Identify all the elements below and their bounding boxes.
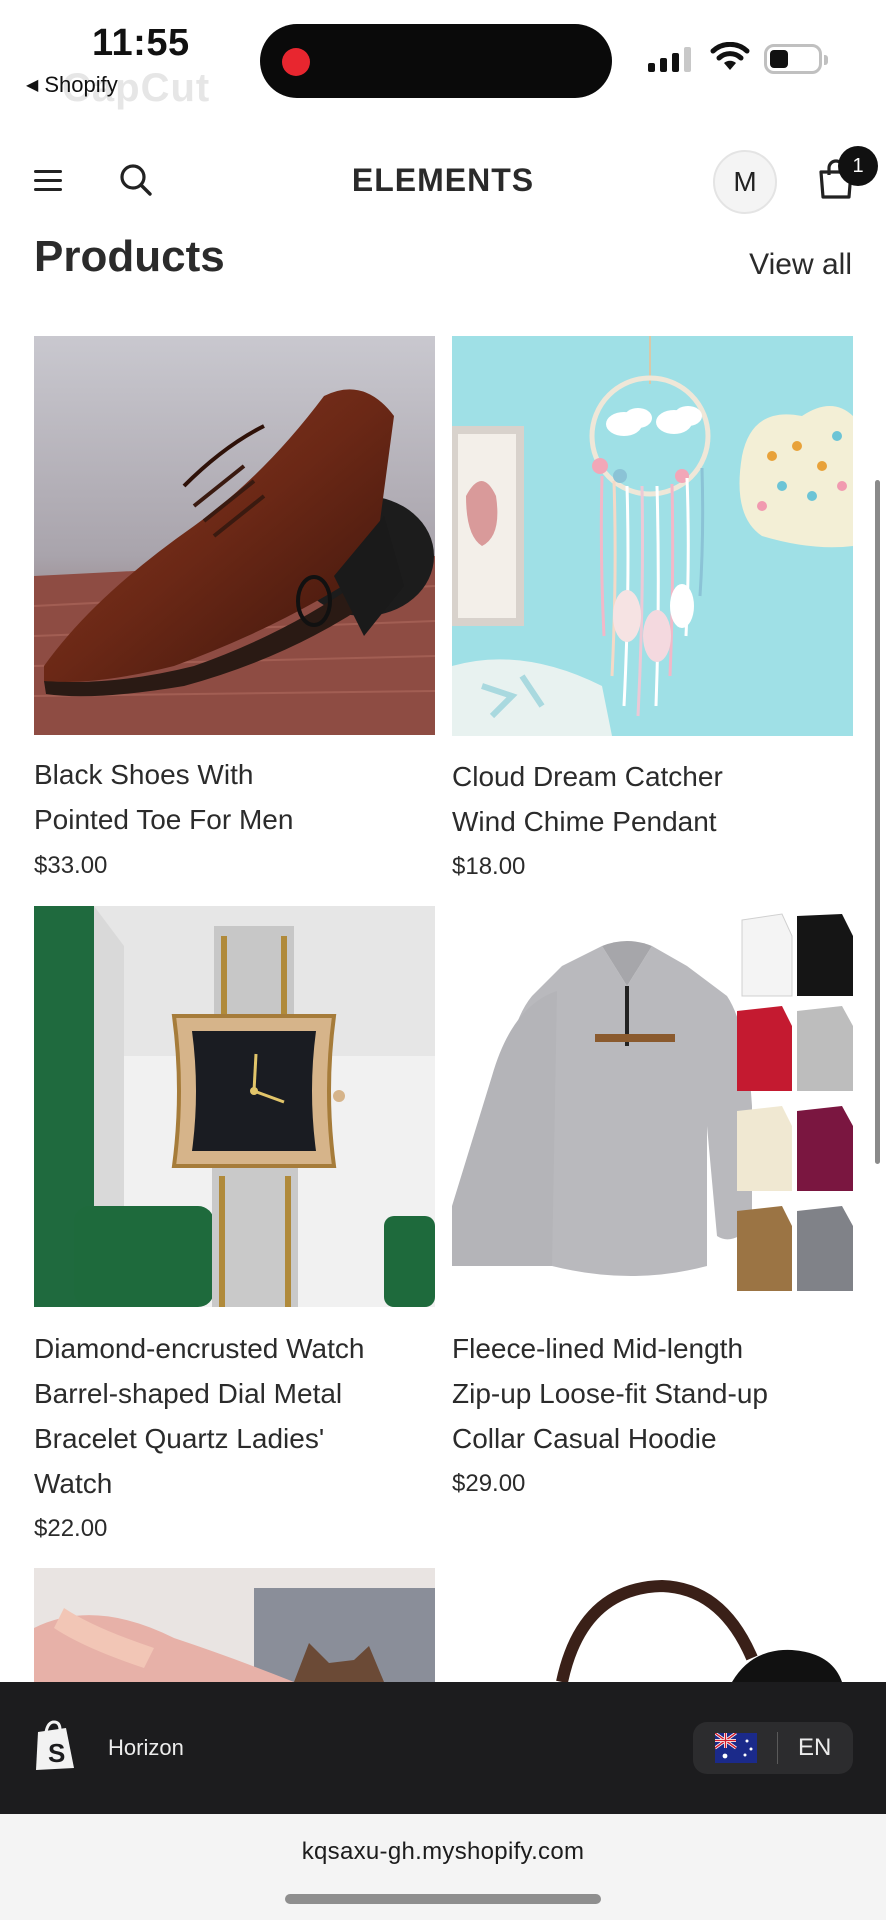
product-title-shoes[interactable]: Black Shoes With Pointed Toe For Men — [34, 752, 354, 842]
back-app-label: Shopify — [44, 72, 118, 97]
home-indicator — [285, 1894, 601, 1904]
product-image-dream-catcher[interactable] — [452, 336, 853, 736]
locale-selector[interactable]: EN — [693, 1722, 853, 1774]
product-price-dream-catcher: $18.00 — [452, 853, 526, 880]
shopify-bag-icon: S — [36, 1720, 74, 1770]
battery-icon — [764, 44, 828, 74]
australia-flag-icon — [715, 1733, 757, 1763]
locale-divider — [777, 1732, 778, 1764]
product-image-watch[interactable] — [34, 906, 435, 1307]
product-image-hoodie[interactable] — [452, 906, 853, 1307]
product-title-dream-catcher[interactable]: Cloud Dream Catcher Wind Chime Pendant — [452, 754, 772, 844]
back-to-app-link[interactable]: ◀ Shopify — [26, 72, 118, 98]
product-price-hoodie: $29.00 — [452, 1470, 526, 1497]
product-image-partial-cat[interactable] — [34, 1568, 435, 1682]
recording-indicator-icon — [282, 48, 310, 76]
product-price-watch: $22.00 — [34, 1515, 108, 1542]
wifi-icon — [710, 42, 750, 70]
back-triangle-icon: ◀ — [26, 77, 39, 94]
url-text[interactable]: kqsaxu-gh.myshopify.com — [0, 1838, 886, 1866]
cellular-signal-icon — [648, 46, 691, 72]
product-image-partial-bag[interactable] — [452, 1568, 853, 1682]
browser-url-bar[interactable] — [0, 1814, 886, 1920]
dynamic-island — [260, 24, 612, 98]
cart-count-badge: 1 — [838, 146, 878, 186]
view-all-link[interactable]: View all — [749, 248, 852, 282]
theme-name: Horizon — [108, 1735, 184, 1760]
product-title-watch[interactable]: Diamond-encrusted Watch Barrel-shaped Di… — [34, 1326, 374, 1506]
svg-text:S: S — [48, 1738, 65, 1768]
product-price-shoes: $33.00 — [34, 852, 108, 879]
product-title-hoodie[interactable]: Fleece-lined Mid-length Zip-up Loose-fit… — [452, 1326, 792, 1461]
section-title: Products — [34, 232, 225, 281]
account-avatar[interactable]: M — [713, 150, 777, 214]
locale-code: EN — [798, 1734, 832, 1761]
status-time: 11:55 — [92, 22, 190, 64]
product-image-shoes[interactable] — [34, 336, 435, 735]
scroll-indicator[interactable] — [875, 480, 880, 1164]
